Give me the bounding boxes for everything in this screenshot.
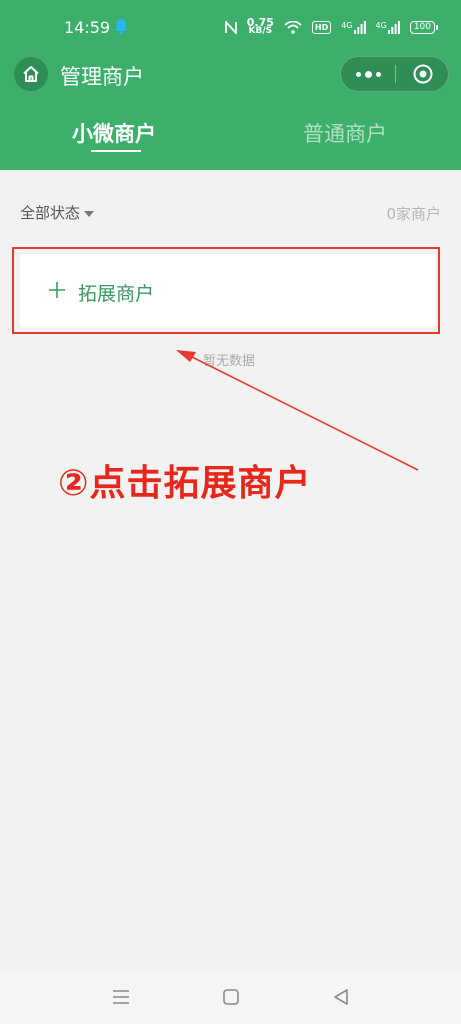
page-title: 管理商户 <box>60 65 144 89</box>
tab-regular-merchant[interactable]: 普通商户 <box>303 118 387 148</box>
back-triangle-icon[interactable] <box>330 986 352 1008</box>
notification-bell-icon <box>115 19 127 35</box>
merchant-count: 0家商户 <box>386 205 441 223</box>
status-bar: 14:59 0.75 KB/S HD 4G 4G 100 <box>0 0 461 54</box>
more-dot <box>364 70 372 78</box>
active-tab-indicator <box>91 150 141 152</box>
annotation-instruction: ②点击拓展商户 <box>58 463 312 504</box>
signal-1: 4G <box>341 20 366 34</box>
network-speed: 0.75 KB/S <box>247 17 274 36</box>
network-type-1: 4G <box>341 20 353 30</box>
more-dot <box>375 71 381 77</box>
speed-unit: KB/S <box>248 26 273 36</box>
mini-program-capsule <box>340 56 449 92</box>
app-header: 14:59 0.75 KB/S HD 4G 4G 100 管理商户 小微商户 普… <box>0 0 461 170</box>
caret-down-icon <box>84 210 95 217</box>
nav-bar: 管理商户 <box>0 54 461 98</box>
system-nav-bar <box>0 970 461 1024</box>
menu-icon[interactable] <box>110 986 132 1008</box>
network-type-2: 4G <box>375 20 387 30</box>
signal-bars-icon <box>387 20 400 34</box>
battery-indicator: 100 <box>409 20 439 34</box>
status-filter-label: 全部状态 <box>20 204 81 222</box>
home-icon <box>23 66 39 82</box>
annotation-highlight-box <box>12 247 440 334</box>
status-icons: 0.75 KB/S HD 4G 4G 100 <box>224 17 439 36</box>
empty-state-text: 暂无数据 <box>203 354 256 369</box>
status-filter-dropdown[interactable]: 全部状态 <box>20 202 95 223</box>
capsule-divider <box>395 65 396 83</box>
target-close-icon[interactable] <box>413 64 433 84</box>
hd-badge: HD <box>311 20 332 34</box>
signal-2: 4G <box>375 20 400 34</box>
home-button[interactable] <box>14 57 48 91</box>
square-home-icon[interactable] <box>220 986 242 1008</box>
more-dot <box>355 71 361 77</box>
merchant-tabs: 小微商户 普通商户 <box>0 110 461 170</box>
tab-micro-merchant[interactable]: 小微商户 <box>72 118 156 148</box>
status-time: 14:59 <box>64 18 111 37</box>
more-button[interactable] <box>341 57 395 91</box>
nfc-icon <box>224 20 237 34</box>
wifi-icon <box>284 20 302 34</box>
signal-bars-icon <box>353 20 366 34</box>
